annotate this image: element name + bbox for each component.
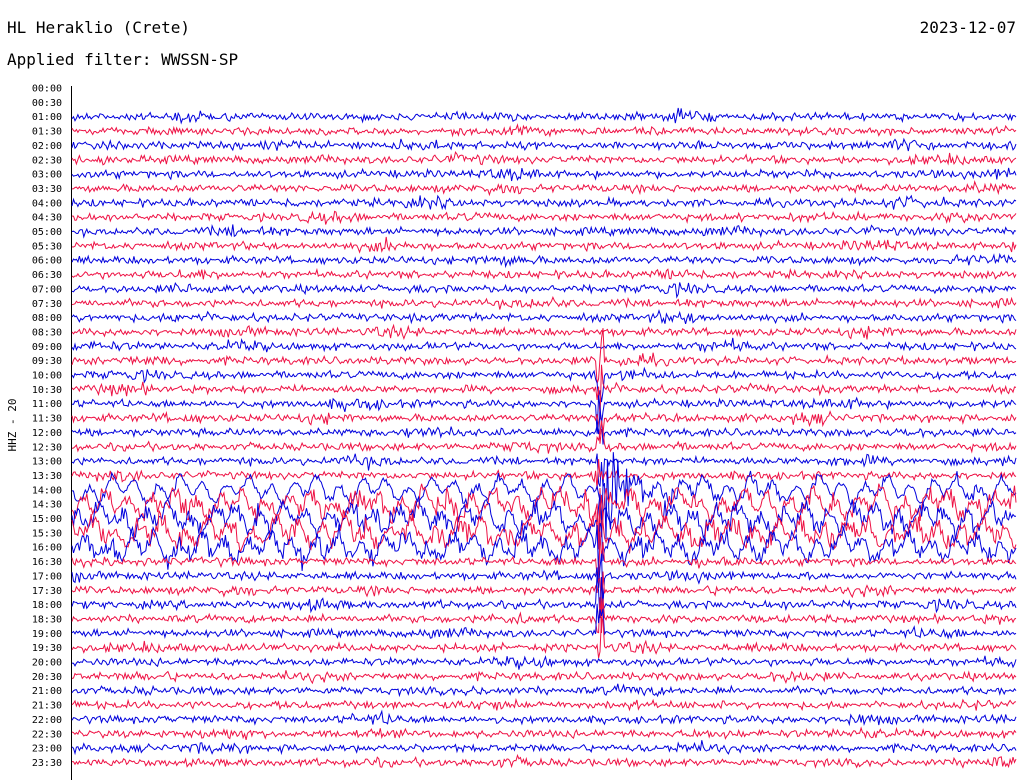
y-tick-label: 01:00 xyxy=(32,112,62,123)
y-tick-label: 21:00 xyxy=(32,686,62,697)
y-tick-labels: 00:00 00:30 01:00 01:30 02:00 02:30 03:00 03:30… xyxy=(32,84,62,769)
y-tick-label: 11:00 xyxy=(32,399,62,410)
y-axis-title: HHZ - 20 xyxy=(6,399,19,452)
y-tick-label: 19:00 xyxy=(32,629,62,640)
seismic-trace xyxy=(71,194,1017,211)
y-tick-label: 10:30 xyxy=(32,385,62,396)
y-tick-label: 20:00 xyxy=(32,658,62,669)
seismic-trace xyxy=(71,295,1017,310)
y-tick-label: 00:30 xyxy=(32,98,62,109)
y-tick-label: 11:30 xyxy=(32,414,62,425)
y-tick-label: 04:00 xyxy=(32,198,62,209)
y-tick-label: 13:30 xyxy=(32,471,62,482)
seismic-trace xyxy=(71,683,1017,698)
seismic-trace xyxy=(71,410,1017,444)
y-tick-label: 05:00 xyxy=(32,227,62,238)
y-tick-label: 07:00 xyxy=(32,284,62,295)
seismic-trace xyxy=(71,210,1017,225)
y-tick-label: 14:00 xyxy=(32,485,62,496)
y-tick-label: 16:30 xyxy=(32,557,62,568)
y-tick-label: 13:00 xyxy=(32,457,62,468)
y-tick-label: 12:30 xyxy=(32,442,62,453)
y-tick-label: 09:30 xyxy=(32,356,62,367)
seismic-trace xyxy=(71,726,1017,741)
y-tick-label: 10:00 xyxy=(32,371,62,382)
seismic-trace xyxy=(71,167,1017,182)
seismic-trace xyxy=(71,137,1017,152)
seismic-trace xyxy=(71,522,1017,578)
seismic-traces xyxy=(71,107,1017,769)
seismic-trace xyxy=(71,494,1017,554)
y-tick-label: 08:30 xyxy=(32,327,62,338)
seismic-trace xyxy=(71,453,1017,487)
seismic-trace xyxy=(71,597,1017,634)
y-tick-label: 18:30 xyxy=(32,614,62,625)
seismic-trace xyxy=(71,323,1017,340)
y-tick-label: 22:30 xyxy=(32,729,62,740)
y-tick-label: 20:30 xyxy=(32,672,62,683)
seismic-trace xyxy=(71,151,1017,167)
y-tick-label: 16:00 xyxy=(32,543,62,554)
seismic-trace xyxy=(71,366,1017,403)
y-tick-label: 23:00 xyxy=(32,744,62,755)
y-tick-label: 06:00 xyxy=(32,256,62,267)
seismic-trace xyxy=(71,180,1016,197)
y-tick-label: 08:00 xyxy=(32,313,62,324)
y-tick-label: 02:00 xyxy=(32,141,62,152)
y-tick-label: 04:30 xyxy=(32,213,62,224)
y-tick-label: 05:30 xyxy=(32,241,62,252)
y-tick-label: 07:30 xyxy=(32,299,62,310)
seismogram-chart: HHZ - 20 00:0000:3001:0001:3002:0002:300… xyxy=(6,84,1017,780)
y-tick-label: 14:30 xyxy=(32,500,62,511)
seismic-trace xyxy=(71,282,1017,299)
y-tick-label: 17:30 xyxy=(32,586,62,597)
y-tick-label: 15:30 xyxy=(32,528,62,539)
seismic-trace xyxy=(71,224,1017,239)
seismic-trace xyxy=(71,252,1017,269)
y-tick-label: 23:30 xyxy=(32,758,62,769)
seismic-trace xyxy=(71,670,1017,685)
y-tick-label: 17:00 xyxy=(32,571,62,582)
seismic-trace xyxy=(71,573,1017,619)
seismic-trace xyxy=(71,267,1017,281)
y-tick-label: 03:00 xyxy=(32,170,62,181)
seismic-trace xyxy=(71,753,1017,769)
seismic-trace xyxy=(71,697,1017,712)
seismic-trace xyxy=(71,309,1017,325)
y-tick-label: 02:30 xyxy=(32,155,62,166)
y-tick-label: 01:30 xyxy=(32,127,62,138)
seismic-trace xyxy=(71,236,1017,254)
y-tick-label: 00:00 xyxy=(32,84,62,95)
seismic-trace xyxy=(71,107,1017,125)
y-tick-label: 19:30 xyxy=(32,643,62,654)
y-tick-label: 06:30 xyxy=(32,270,62,281)
seismic-trace xyxy=(71,709,1017,727)
seismic-trace xyxy=(71,420,1017,454)
y-tick-label: 18:00 xyxy=(32,600,62,611)
y-tick-label: 09:00 xyxy=(32,342,62,353)
y-tick-label: 21:30 xyxy=(32,701,62,712)
seismic-trace xyxy=(71,337,1017,354)
y-tick-label: 12:00 xyxy=(32,428,62,439)
seismic-trace xyxy=(71,740,1017,756)
y-tick-label: 15:00 xyxy=(32,514,62,525)
seismic-trace xyxy=(71,655,1017,670)
seismic-trace xyxy=(71,395,1017,434)
seismic-trace xyxy=(71,123,1017,138)
y-tick-label: 03:30 xyxy=(32,184,62,195)
y-tick-label: 22:00 xyxy=(32,715,62,726)
